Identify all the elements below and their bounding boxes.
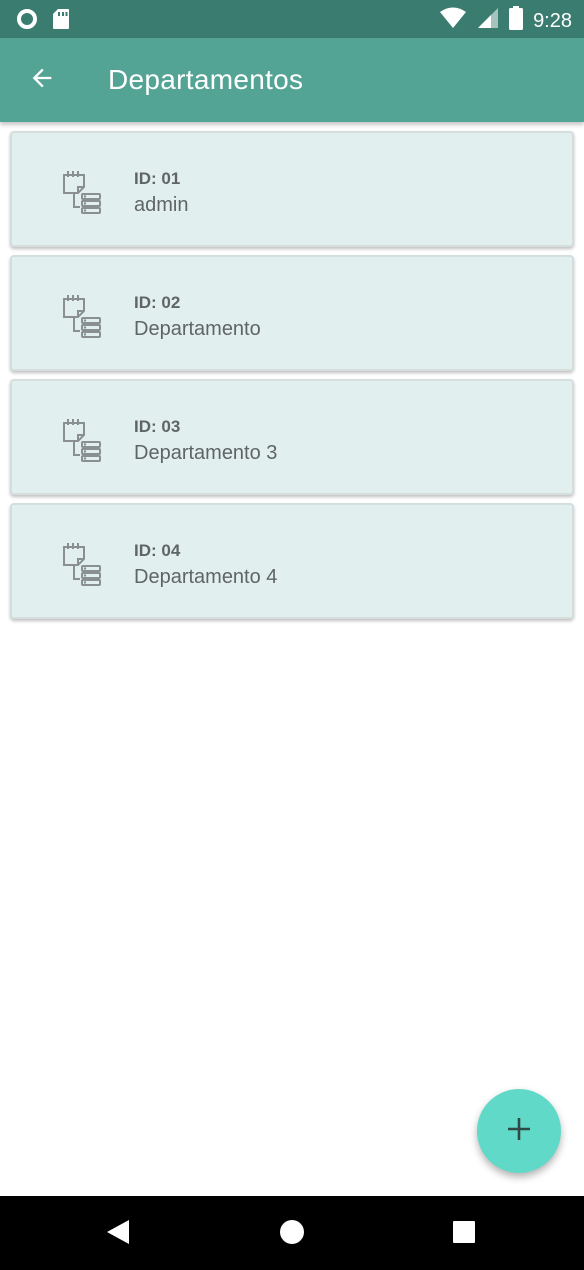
status-time: 9:28 xyxy=(533,9,572,32)
department-list-icon xyxy=(62,165,104,215)
back-button[interactable] xyxy=(22,60,62,100)
department-list-icon xyxy=(62,289,104,339)
app-bar: Departamentos xyxy=(0,38,584,122)
battery-icon xyxy=(509,6,524,35)
sd-card-icon xyxy=(52,8,70,35)
department-name: admin xyxy=(134,194,189,216)
nav-recents-icon xyxy=(452,1220,476,1249)
add-department-button[interactable] xyxy=(477,1089,561,1173)
cell-signal-icon xyxy=(477,7,499,34)
arrow-back-icon xyxy=(28,64,56,97)
page-title: Departamentos xyxy=(108,64,304,95)
department-id: ID: 02 xyxy=(134,293,181,312)
nav-recents-button[interactable] xyxy=(444,1214,484,1254)
nav-home-button[interactable] xyxy=(272,1214,312,1254)
department-id: ID: 04 xyxy=(134,541,181,560)
nav-back-button[interactable] xyxy=(98,1214,138,1254)
department-list-icon xyxy=(62,413,104,463)
circle-notification-icon xyxy=(16,8,38,35)
department-card[interactable]: ID: 03 Departamento 3 xyxy=(10,379,574,495)
nav-home-icon xyxy=(279,1219,305,1250)
nav-back-icon xyxy=(105,1218,131,1251)
department-list: ID: 01 admin ID: 02 Departamento ID: 03 … xyxy=(10,131,574,627)
department-list-icon xyxy=(62,537,104,587)
status-bar: 9:28 xyxy=(0,0,584,38)
status-left-icons xyxy=(16,8,70,35)
status-right-icons: 9:28 xyxy=(439,6,572,35)
department-card[interactable]: ID: 02 Departamento xyxy=(10,255,574,371)
navigation-bar xyxy=(0,1196,584,1270)
department-id: ID: 03 xyxy=(134,417,181,436)
department-card[interactable]: ID: 01 admin xyxy=(10,131,574,247)
plus-icon xyxy=(506,1116,532,1147)
department-name: Departamento 3 xyxy=(134,442,278,464)
department-name: Departamento 4 xyxy=(134,566,278,588)
department-name: Departamento xyxy=(134,318,261,340)
department-card[interactable]: ID: 04 Departamento 4 xyxy=(10,503,574,619)
department-id: ID: 01 xyxy=(134,169,181,188)
wifi-icon xyxy=(439,7,467,34)
